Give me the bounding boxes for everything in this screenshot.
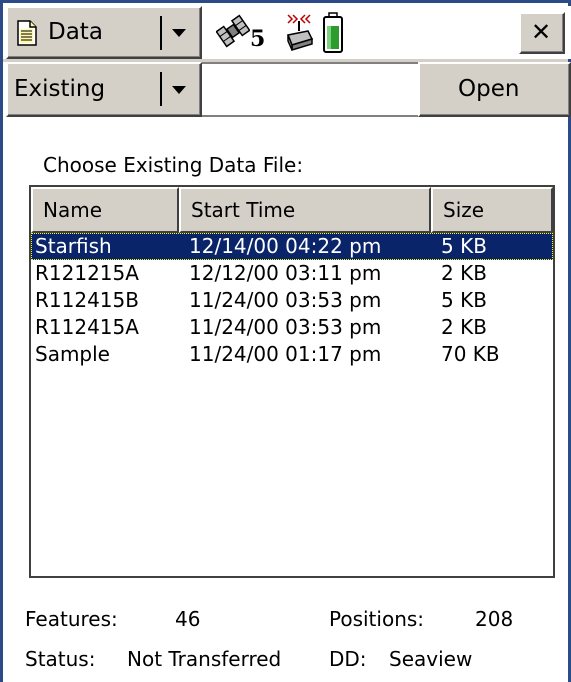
chevron-down-icon (172, 86, 186, 94)
file-size: 2 KB (441, 261, 487, 285)
data-menu-button[interactable]: Data (6, 6, 202, 59)
status-label: Status: (25, 647, 96, 671)
file-row-sample[interactable]: Sample 11/24/00 01:17 pm 70 KB (31, 341, 553, 368)
features-label: Features: (25, 607, 118, 631)
file-row-r121215a[interactable]: R121215A 12/12/00 03:11 pm 2 KB (31, 260, 553, 287)
column-header-size[interactable]: Size (431, 187, 553, 233)
mode-dropdown[interactable]: Existing (6, 62, 202, 117)
file-row-r112415a[interactable]: R112415A 11/24/00 03:53 pm 2 KB (31, 314, 553, 341)
positions-value: 208 (475, 607, 514, 631)
file-name: R112415A (35, 315, 139, 339)
column-header-start-time[interactable]: Start Time (179, 187, 431, 233)
battery-icon (322, 12, 344, 54)
file-name: Sample (35, 342, 110, 366)
satellite-icon (216, 12, 250, 50)
file-size: 5 KB (441, 234, 487, 258)
dd-value: Seaview (389, 647, 473, 671)
file-list-header: Name Start Time Size (31, 187, 553, 233)
file-start-time: 11/24/00 01:17 pm (189, 342, 382, 366)
choose-file-prompt: Choose Existing Data File: (43, 153, 304, 177)
document-icon (16, 20, 38, 46)
top-toolbar: Data 5 ✕ (6, 6, 571, 59)
file-size: 70 KB (441, 342, 500, 366)
open-button[interactable]: Open (418, 62, 571, 117)
open-button-label: Open (458, 76, 520, 102)
file-list[interactable]: Name Start Time Size Starfish 12/14/00 0… (29, 185, 555, 578)
file-start-time: 12/12/00 03:11 pm (189, 261, 382, 285)
chevron-down-icon (172, 29, 186, 37)
filename-input[interactable] (202, 62, 418, 117)
file-name: R121215A (35, 261, 139, 285)
satellite-count: 5 (250, 26, 266, 52)
action-bar: Existing Open (6, 62, 571, 117)
file-start-time: 12/14/00 04:22 pm (189, 234, 382, 258)
features-value: 46 (175, 607, 201, 631)
dd-label: DD: (329, 647, 367, 671)
file-row-starfish[interactable]: Starfish 12/14/00 04:22 pm 5 KB (31, 233, 553, 260)
file-start-time: 11/24/00 03:53 pm (189, 315, 382, 339)
file-size: 2 KB (441, 315, 487, 339)
status-value: Not Transferred (127, 647, 282, 671)
column-header-name[interactable]: Name (31, 187, 179, 233)
file-name: Starfish (35, 234, 112, 258)
close-icon: ✕ (531, 18, 552, 46)
file-start-time: 11/24/00 03:53 pm (189, 288, 382, 312)
positions-label: Positions: (329, 607, 425, 631)
window-frame: Data 5 ✕ Existing Open Choose Existing D… (0, 0, 571, 682)
close-button[interactable]: ✕ (519, 12, 565, 54)
file-row-r112415b[interactable]: R112415B 11/24/00 03:53 pm 5 KB (31, 287, 553, 314)
mode-dropdown-value: Existing (14, 76, 106, 102)
data-menu-label: Data (48, 19, 103, 45)
file-name: R112415B (35, 288, 139, 312)
file-size: 5 KB (441, 288, 487, 312)
gps-receiver-signal-icon (282, 11, 316, 53)
menu-divider (160, 16, 162, 50)
mode-divider (160, 72, 162, 106)
